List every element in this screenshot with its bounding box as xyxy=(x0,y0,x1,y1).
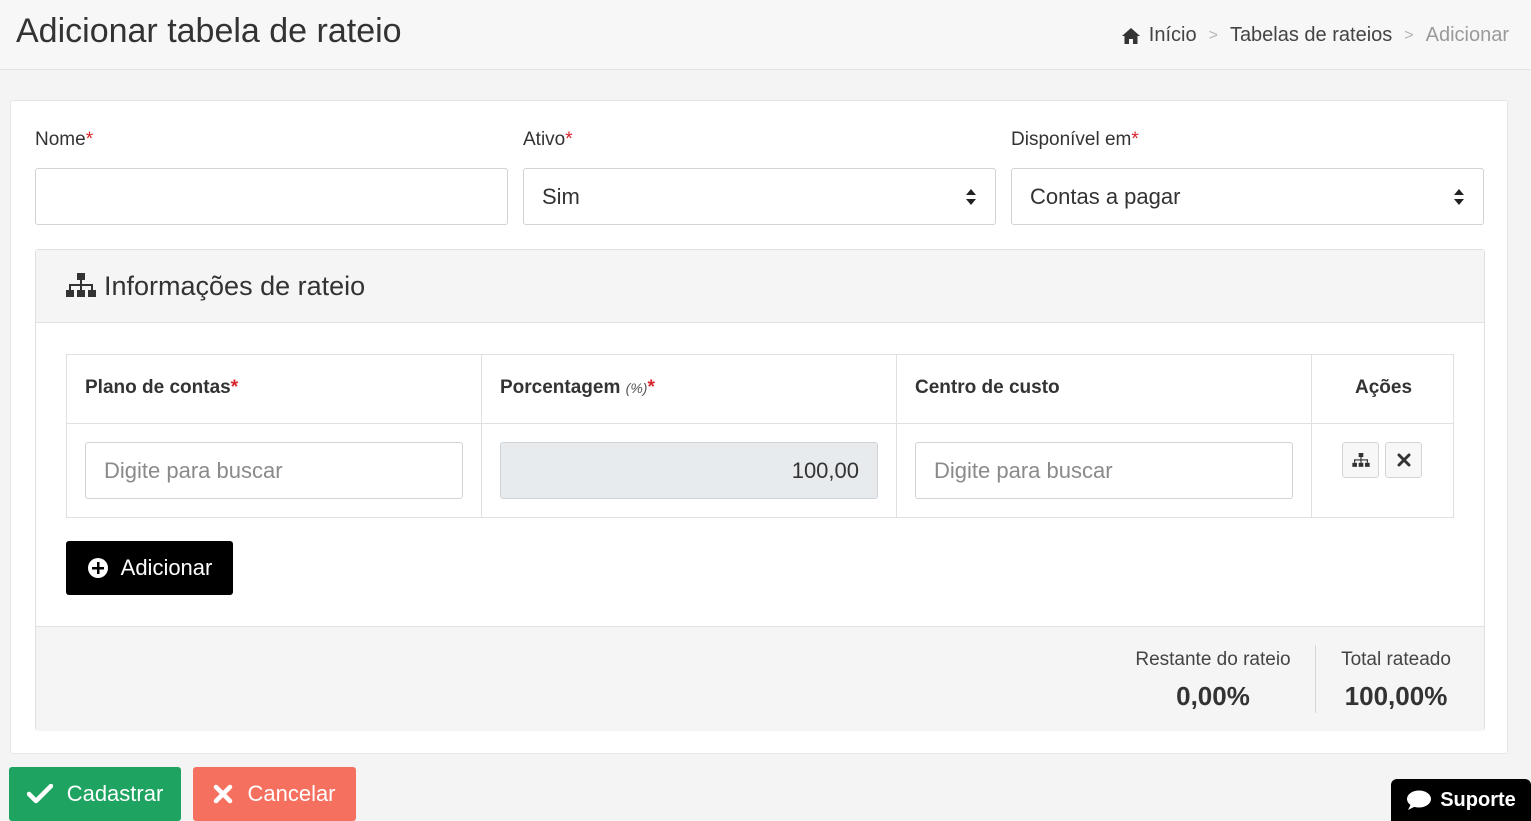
nome-input[interactable] xyxy=(35,168,508,225)
nome-label-text: Nome xyxy=(35,129,86,150)
restante-summary: Restante do rateio 0,00% xyxy=(1132,649,1294,712)
rateio-table: Plano de contas* Porcentagem (%)* Centro… xyxy=(66,354,1454,518)
check-icon xyxy=(26,784,53,804)
ativo-label-text: Ativo xyxy=(523,129,566,150)
rateio-panel: Informações de rateio Plano de contas* P… xyxy=(35,249,1485,731)
rateio-summary: Restante do rateio 0,00% Total rateado 1… xyxy=(36,626,1484,731)
add-row-button[interactable]: Adicionar xyxy=(66,541,233,595)
required-mark: * xyxy=(230,377,239,398)
save-label: Cadastrar xyxy=(66,781,164,806)
breadcrumb-separator: > xyxy=(1208,26,1218,44)
plus-circle-icon xyxy=(87,558,108,578)
summary-divider xyxy=(1315,645,1316,713)
th-centro-text: Centro de custo xyxy=(915,377,1060,398)
th-plano-text: Plano de contas xyxy=(85,377,231,398)
nome-label: Nome* xyxy=(35,129,93,151)
required-mark: * xyxy=(647,377,655,398)
th-porcentagem: Porcentagem (%)* xyxy=(500,377,655,399)
restante-value: 0,00% xyxy=(1176,681,1250,711)
top-bar: Adicionar tabela de rateio Início > Tabe… xyxy=(0,0,1531,70)
breadcrumb-home[interactable]: Início xyxy=(1149,24,1197,47)
total-summary: Total rateado 100,00% xyxy=(1334,649,1458,712)
breadcrumb: Início > Tabelas de rateios > Adicionar xyxy=(1121,24,1509,47)
ativo-selected-value: Sim xyxy=(542,183,580,209)
cancel-label: Cancelar xyxy=(247,781,336,806)
th-acoes-text: Ações xyxy=(1354,377,1413,398)
total-value: 100,00% xyxy=(1344,681,1448,711)
th-porcentagem-unit: (%) xyxy=(625,380,648,396)
home-icon[interactable] xyxy=(1121,27,1141,45)
sitemap-icon xyxy=(1351,452,1370,467)
required-mark: * xyxy=(85,129,94,150)
close-icon xyxy=(214,784,233,804)
restante-label: Restante do rateio xyxy=(1135,649,1291,670)
page-title: Adicionar tabela de rateio xyxy=(16,12,402,50)
rateio-panel-title: Informações de rateio xyxy=(104,270,366,301)
disponivel-select[interactable]: Contas a pagar xyxy=(1011,168,1484,225)
porcentagem-input[interactable]: 100,00 xyxy=(500,442,878,499)
form-card: Nome* Ativo* Sim Disponível em* Contas a… xyxy=(10,100,1508,754)
disponivel-label-text: Disponível em xyxy=(1011,129,1132,150)
th-centro-de-custo: Centro de custo xyxy=(915,377,1060,399)
disponivel-selected-value: Contas a pagar xyxy=(1030,183,1181,209)
save-button[interactable]: Cadastrar xyxy=(9,767,181,821)
required-mark: * xyxy=(565,129,573,150)
close-icon xyxy=(1397,453,1410,467)
support-label: Suporte xyxy=(1440,788,1516,811)
add-row-label: Adicionar xyxy=(120,555,213,580)
disponivel-label: Disponível em* xyxy=(1011,129,1139,151)
total-label: Total rateado xyxy=(1341,649,1451,670)
ativo-label: Ativo* xyxy=(523,129,573,151)
plano-de-contas-input[interactable]: Digite para buscar xyxy=(85,442,463,499)
row-divider xyxy=(67,423,1453,424)
select-arrows-icon xyxy=(966,188,976,205)
centro-de-custo-input[interactable]: Digite para buscar xyxy=(915,442,1293,499)
sitemap-icon xyxy=(66,273,96,297)
required-mark: * xyxy=(1131,129,1139,150)
breadcrumb-current: Adicionar xyxy=(1425,24,1509,46)
chat-bubble-icon xyxy=(1407,790,1432,810)
th-porcentagem-text: Porcentagem xyxy=(500,377,621,398)
remove-row-button[interactable] xyxy=(1385,442,1422,478)
select-arrows-icon xyxy=(1454,188,1464,205)
breadcrumb-parent[interactable]: Tabelas de rateios xyxy=(1230,24,1392,47)
support-button[interactable]: Suporte xyxy=(1391,779,1531,821)
th-acoes: Ações xyxy=(1312,377,1455,399)
cancel-button[interactable]: Cancelar xyxy=(193,767,356,821)
breadcrumb-separator: > xyxy=(1404,26,1414,44)
split-row-button[interactable] xyxy=(1342,442,1379,478)
rateio-panel-header: Informações de rateio xyxy=(36,250,1484,323)
th-plano-de-contas: Plano de contas* xyxy=(85,377,238,399)
ativo-select[interactable]: Sim xyxy=(523,168,996,225)
